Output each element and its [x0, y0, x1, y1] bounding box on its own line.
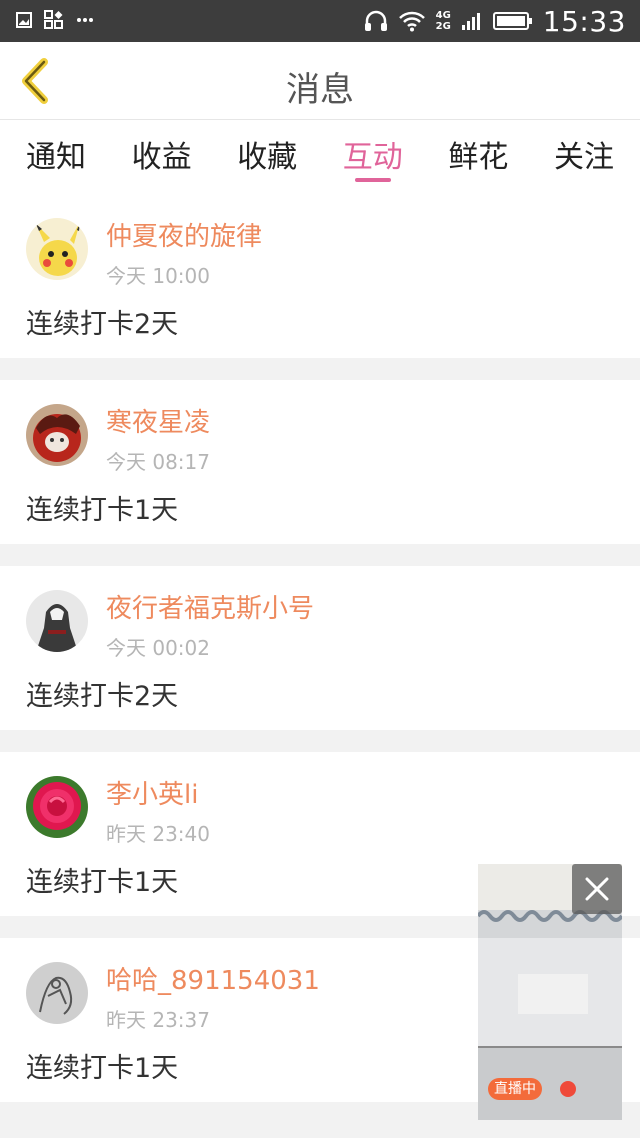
tab-interaction[interactable]: 互动: [343, 120, 403, 194]
avatar[interactable]: [26, 218, 88, 280]
tab-bar: 通知 收益 收藏 互动 鲜花 关注: [0, 120, 640, 194]
message-item[interactable]: 夜行者福克斯小号 今天 00:02 连续打卡2天: [0, 566, 640, 730]
sender-name[interactable]: 仲夏夜的旋律: [106, 216, 262, 253]
message-content: 连续打卡2天: [26, 309, 179, 340]
avatar[interactable]: [26, 962, 88, 1024]
battery-icon: [492, 12, 532, 30]
message-time: 今天 08:17: [106, 450, 210, 474]
close-icon: [585, 877, 609, 901]
more-icon: [77, 18, 93, 22]
tab-follow[interactable]: 关注: [554, 120, 614, 194]
message-item[interactable]: 仲夏夜的旋律 今天 10:00 连续打卡2天: [0, 194, 640, 358]
message-time: 昨天 23:40: [106, 822, 210, 846]
active-tab-indicator: [354, 178, 391, 182]
avatar[interactable]: [26, 590, 88, 652]
live-badge: 直播中: [488, 1078, 542, 1100]
avatar[interactable]: [26, 776, 88, 838]
wifi-icon: [398, 11, 425, 32]
message-content: 连续打卡1天: [26, 867, 179, 898]
clock: 15:33: [542, 4, 626, 38]
message-item[interactable]: 寒夜星凌 今天 08:17 连续打卡1天: [0, 380, 640, 544]
live-indicator-dot: [560, 1081, 576, 1097]
page-title: 消息: [286, 70, 354, 110]
sender-name[interactable]: 李小英li: [106, 774, 198, 811]
tab-favorites[interactable]: 收藏: [237, 120, 297, 194]
image-icon: [16, 12, 32, 28]
close-button[interactable]: [572, 864, 622, 914]
message-content: 连续打卡1天: [26, 495, 179, 526]
headset-icon: [364, 10, 387, 31]
network-type: 4G 2G: [435, 10, 451, 32]
tab-earnings[interactable]: 收益: [132, 120, 192, 194]
header: 消息: [0, 42, 640, 120]
signal-icon: [461, 13, 480, 30]
message-content: 连续打卡2天: [26, 681, 179, 712]
apps-icon: [44, 10, 63, 29]
live-preview-window[interactable]: 直播中: [478, 864, 622, 1120]
status-bar: 4G 2G 15:33: [0, 0, 640, 42]
sender-name[interactable]: 夜行者福克斯小号: [106, 588, 314, 625]
message-time: 昨天 23:37: [106, 1008, 210, 1032]
sender-name[interactable]: 哈哈_891154031: [106, 960, 320, 997]
tab-notice[interactable]: 通知: [26, 120, 86, 194]
tab-flowers[interactable]: 鲜花: [448, 120, 508, 194]
message-time: 今天 00:02: [106, 636, 210, 660]
avatar[interactable]: [26, 404, 88, 466]
message-time: 今天 10:00: [106, 264, 210, 288]
sender-name[interactable]: 寒夜星凌: [106, 402, 210, 439]
message-content: 连续打卡1天: [26, 1053, 179, 1084]
tab-interaction-label: 互动: [342, 140, 403, 175]
